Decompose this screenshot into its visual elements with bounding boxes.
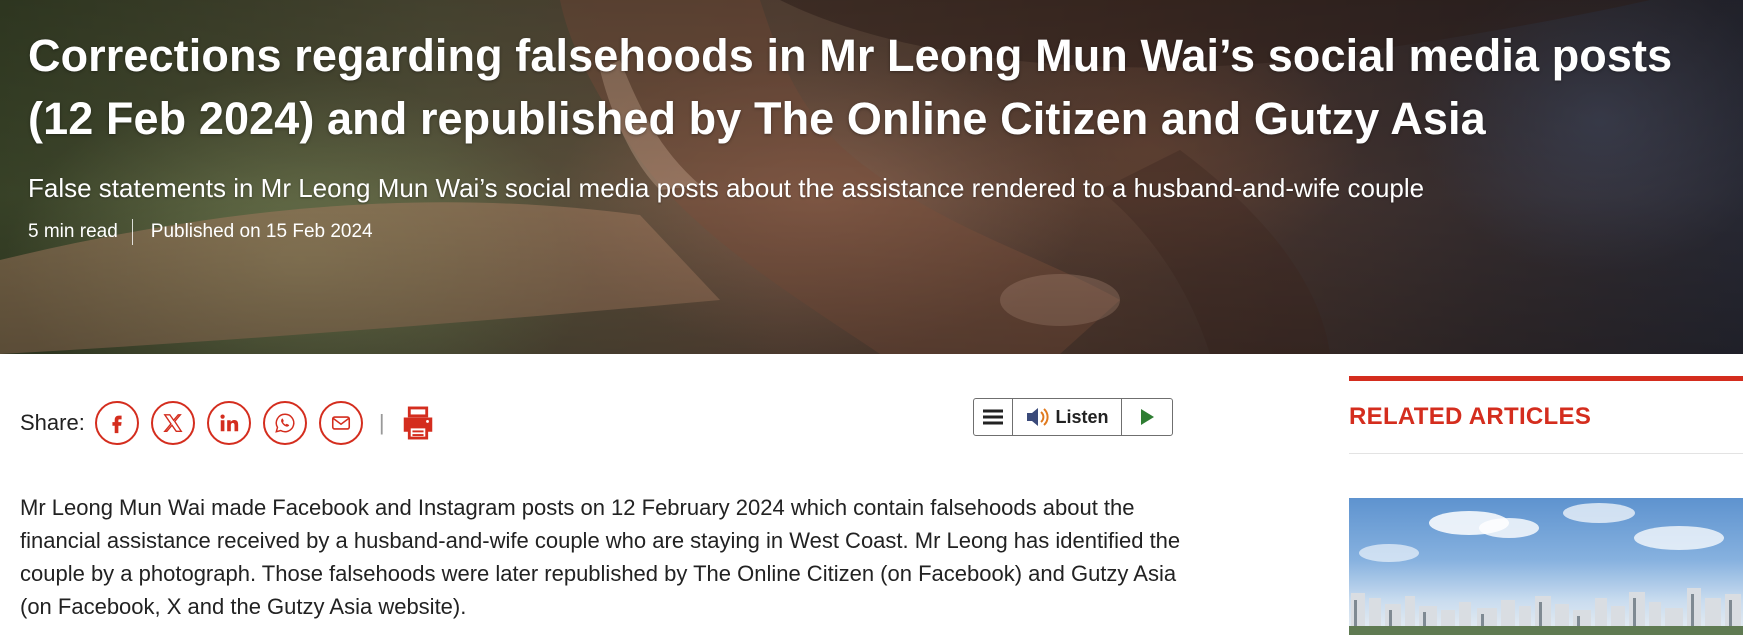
hero-banner: Corrections regarding falsehoods in Mr L… bbox=[0, 0, 1743, 354]
x-icon bbox=[163, 414, 183, 432]
share-linkedin-button[interactable] bbox=[206, 401, 251, 445]
printer-icon bbox=[403, 406, 432, 440]
linkedin-icon bbox=[220, 414, 238, 432]
share-facebook-button[interactable] bbox=[94, 401, 139, 445]
hero-content: Corrections regarding falsehoods in Mr L… bbox=[28, 24, 1718, 245]
play-icon bbox=[1141, 409, 1154, 425]
share-x-button[interactable] bbox=[150, 401, 195, 445]
listen-button[interactable]: Listen bbox=[1013, 399, 1122, 435]
print-button[interactable] bbox=[399, 404, 437, 442]
facebook-icon bbox=[112, 415, 122, 434]
speaker-icon bbox=[1027, 408, 1050, 426]
share-email-button[interactable] bbox=[318, 401, 363, 445]
published-date: Published on 15 Feb 2024 bbox=[150, 221, 373, 242]
share-whatsapp-button[interactable] bbox=[262, 401, 307, 445]
article-meta: 5 min read Published on 15 Feb 2024 bbox=[28, 219, 1718, 245]
share-label: Share: bbox=[20, 410, 85, 435]
related-divider bbox=[1349, 453, 1743, 454]
mail-icon bbox=[331, 416, 350, 430]
page-subtitle: False statements in Mr Leong Mun Wai’s s… bbox=[28, 173, 1425, 203]
play-button[interactable] bbox=[1122, 399, 1172, 435]
page-title: Corrections regarding falsehoods in Mr L… bbox=[28, 30, 1673, 144]
whatsapp-icon bbox=[275, 413, 295, 433]
listen-player: Listen bbox=[973, 398, 1173, 436]
menu-icon bbox=[983, 409, 1003, 425]
related-article-thumbnail[interactable] bbox=[1349, 498, 1743, 635]
share-divider: | bbox=[378, 410, 385, 435]
listen-menu-button[interactable] bbox=[974, 399, 1013, 435]
article-paragraph: Mr Leong Mun Wai made Facebook and Insta… bbox=[20, 495, 1181, 619]
meta-divider bbox=[131, 219, 133, 245]
related-articles-title: RELATED ARTICLES bbox=[1349, 403, 1592, 430]
share-bar: Share: | bbox=[20, 400, 437, 446]
city-skyline-image bbox=[1349, 503, 1743, 635]
listen-label: Listen bbox=[1055, 406, 1109, 427]
related-articles-bar bbox=[1349, 376, 1743, 381]
read-time: 5 min read bbox=[28, 221, 118, 242]
